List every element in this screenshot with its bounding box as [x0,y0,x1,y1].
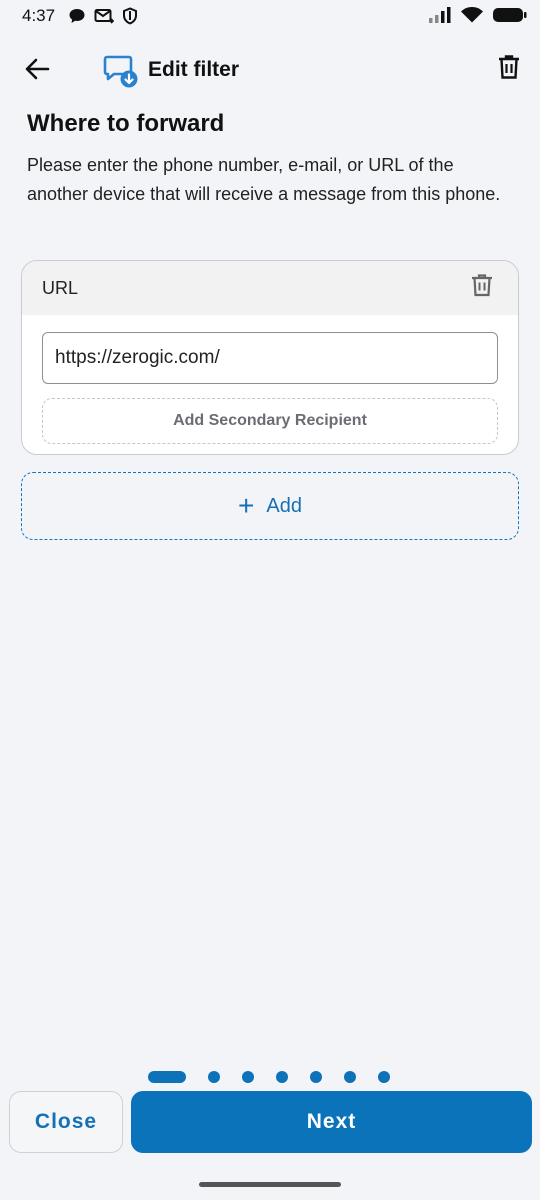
url-input[interactable] [42,332,498,384]
plus-icon: + [238,490,255,521]
add-secondary-recipient-button[interactable]: Add Secondary Recipient [42,398,498,444]
pager-dot [378,1071,390,1083]
pager-dot [208,1071,220,1083]
next-button[interactable]: Next [131,1091,532,1153]
section-heading: Where to forward [27,110,225,137]
add-button-label: Add [266,494,302,517]
app-bar: Edit filter [0,44,540,96]
signal-icon [428,6,452,29]
step-pager [0,1068,540,1086]
page-title: Edit filter [148,58,240,81]
home-indicator[interactable] [199,1182,341,1187]
shield-icon [122,7,138,30]
mail-forward-icon [94,7,115,30]
status-time: 4:37 [22,6,56,25]
back-button[interactable] [20,54,54,88]
trash-icon [498,54,520,85]
pager-dot [242,1071,254,1083]
battery-icon [492,6,528,29]
wifi-icon [460,6,484,29]
recipient-card: URL Add Secondary Recipient [21,260,519,455]
add-recipient-button[interactable]: + Add [21,472,519,540]
status-right-icons [428,6,528,29]
pager-dot [276,1071,288,1083]
close-button[interactable]: Close [9,1091,123,1153]
status-bar: 4:37 [0,0,540,34]
arrow-left-icon [24,57,50,86]
recipient-type-label: URL [42,278,79,298]
chat-bubble-icon [68,7,86,30]
delete-filter-button[interactable] [494,54,524,84]
section-description: Please enter the phone number, e-mail, o… [27,155,501,204]
message-forward-icon [103,53,139,89]
trash-icon [471,273,493,302]
recipient-card-header: URL [22,261,518,315]
pager-dot-active [148,1071,186,1083]
status-left-icons [68,7,138,30]
pager-dot [310,1071,322,1083]
remove-recipient-button[interactable] [468,273,496,301]
pager-dot [344,1071,356,1083]
